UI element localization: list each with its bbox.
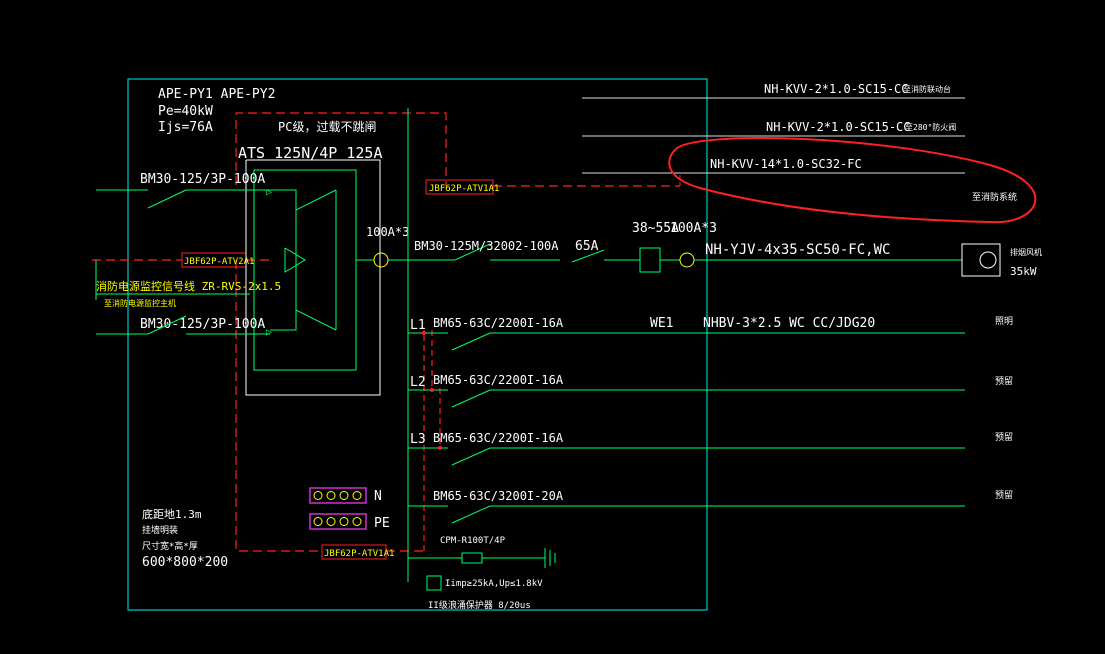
branch-1-node — [422, 331, 426, 335]
ctrl-line-1-note: 至消防联动台 — [903, 84, 951, 94]
n-label: N — [374, 489, 382, 504]
branch-4: BM65-63C/3200I-20A 预留 — [408, 489, 1013, 524]
install-size: 600*800*200 — [142, 555, 228, 570]
branch-1: L1 BM65-63C/2200I-16A WE1 NHBV-3*2.5 WC … — [408, 316, 1013, 351]
spd-rating: Iimp≥25kA,Up≤1.8kV — [445, 579, 543, 589]
branch-2-breaker: BM65-63C/2200I-16A — [433, 373, 564, 387]
install-mount: 挂墙明装 — [142, 524, 178, 536]
branch-1-cable: NHBV-3*2.5 WC CC/JDG20 — [703, 316, 875, 331]
module-atv2a1-label: JBF62P-ATV2A1 — [184, 257, 254, 267]
load-name: 排烟风机 — [1010, 247, 1042, 257]
ct-1 — [373, 252, 389, 268]
ats-label: ATS 125N/4P 125A — [238, 144, 383, 162]
ctrl-line-3-label: NH-KVV-14*1.0-SC32-FC — [710, 157, 862, 171]
branch-2: L2 BM65-63C/2200I-16A 预留 — [408, 373, 1013, 408]
ats-contact-2: ▷ — [266, 327, 272, 338]
branch-1-use: 照明 — [995, 316, 1013, 327]
ats-contact-1: ▷ — [266, 187, 272, 198]
branch-1-breaker: BM65-63C/2200I-16A — [433, 316, 564, 330]
branch-2-phase: L2 — [410, 375, 426, 390]
ats-inner-box — [253, 169, 357, 371]
main-cable-label: NH-YJV-4x35-SC50-FC,WC — [705, 242, 890, 258]
main-breaker-label: BM30-125M/32002-100A — [414, 239, 559, 253]
electrical-schematic: APE-PY1 APE-PY2 Pe=40kW Ijs=76A PC级，过载不跳… — [92, 78, 1042, 611]
panel-frame — [127, 78, 708, 611]
highlight-ellipse — [668, 137, 1037, 224]
load-power: 35kW — [1010, 265, 1037, 278]
pe-terminal-bar — [309, 513, 367, 530]
module-bottom-label: JBF62P-ATV1A1 — [324, 549, 394, 559]
control-dash-left — [235, 260, 322, 552]
branch-3: L3 BM65-63C/2200I-16A 预留 — [408, 431, 1013, 466]
ct-1-label: 100A*3 — [366, 225, 409, 239]
branch-4-breaker: BM65-63C/3200I-20A — [433, 489, 564, 503]
ctrl-line-2-label: NH-KVV-2*1.0-SC15-CC — [766, 120, 911, 134]
incoming-breaker-2: BM30-125/3P-100A — [140, 317, 265, 332]
ct-2-label: 100A*3 — [670, 221, 717, 236]
spd-fuse — [461, 552, 483, 564]
ats-switch-upper — [270, 189, 337, 211]
spd-box — [426, 575, 442, 591]
pe-terminals — [313, 517, 362, 526]
ctrl-line-2-note: 至280°防火阀 — [905, 122, 956, 132]
incoming-breaker-1: BM30-125/3P-100A — [140, 172, 265, 187]
fan-symbol — [961, 243, 1001, 277]
panel-ijs: Ijs=76A — [158, 120, 213, 135]
spd-class: II级浪涌保护器 8/20us — [428, 599, 531, 611]
main-rating-label: 65A — [575, 239, 599, 254]
fan-icon — [979, 251, 997, 269]
ats-switch-lower — [270, 309, 337, 331]
branch-3-phase: L3 — [410, 432, 426, 447]
panel-pe: Pe=40kW — [158, 104, 213, 119]
branch-3-node — [438, 446, 442, 450]
pc-label: PC级，过载不跳闸 — [278, 120, 376, 134]
spd-model: CPM-R100T/4P — [440, 536, 506, 546]
n-terminals — [313, 491, 362, 500]
branch-2-use: 预留 — [995, 375, 1013, 387]
fire-signal-label: 消防电源监控信号线 ZR-RVS-2x1.5 — [96, 279, 281, 293]
branch-3-breaker: BM65-63C/2200I-16A — [433, 431, 564, 445]
branch-4-switch — [451, 505, 491, 524]
branch-1-circuit: WE1 — [650, 316, 673, 331]
branch-3-switch — [451, 447, 491, 466]
module-top-label: JBF62P-ATV1A1 — [429, 184, 499, 194]
panel-name: APE-PY1 APE-PY2 — [158, 87, 275, 102]
branch-1-switch — [451, 332, 491, 351]
branch-2-node — [430, 388, 434, 392]
fire-signal-label-2: 至消防电源监控主机 — [104, 298, 176, 308]
branch-3-use: 预留 — [995, 431, 1013, 443]
ctrl-line-1-label: NH-KVV-2*1.0-SC15-CC — [764, 82, 909, 96]
ct-2 — [679, 252, 695, 268]
install-size-label: 尺寸宽*高*厚 — [142, 540, 198, 552]
pe-label: PE — [374, 516, 390, 531]
n-terminal-bar — [309, 487, 367, 504]
branch-2-switch — [451, 389, 491, 408]
ats-actuator — [284, 247, 306, 273]
branch-4-use: 预留 — [995, 489, 1013, 501]
incoming-wire-1b — [147, 189, 187, 209]
ctrl-line-3-note: 至消防系统 — [972, 191, 1017, 203]
install-height: 底距地1.3m — [142, 507, 202, 521]
thermal-relay — [639, 247, 661, 273]
branch-1-phase: L1 — [410, 318, 426, 333]
